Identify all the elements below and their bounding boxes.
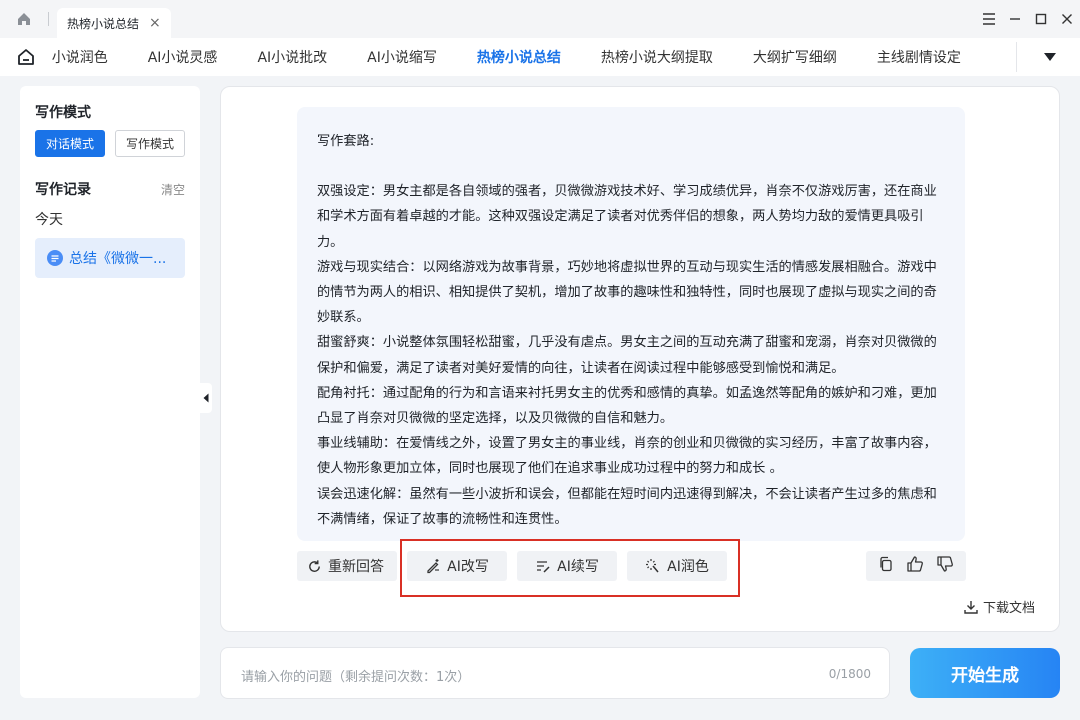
mode-buttons: 对话模式 写作模式: [35, 130, 185, 157]
nav-item[interactable]: 主线剧情设定: [857, 38, 981, 76]
feature-nav: AI小说润色AI小说灵感AI小说批改AI小说缩写热榜小说总结热榜小说大纲提取大纲…: [0, 38, 1080, 76]
regenerate-button[interactable]: 重新回答: [297, 551, 397, 581]
nav-item[interactable]: 热榜小说总结: [457, 38, 581, 76]
feedback-group: [866, 551, 966, 581]
nav-home-icon[interactable]: [0, 38, 52, 76]
title-separator: [48, 12, 49, 26]
nav-item[interactable]: AI小说润色: [52, 38, 128, 76]
question-input[interactable]: 请输入你的问题（剩余提问次数：1次） 0/1800: [220, 647, 890, 699]
maximize-icon[interactable]: [1028, 13, 1054, 25]
copy-icon[interactable]: [878, 556, 894, 576]
download-document-button[interactable]: 下载文档: [963, 597, 1035, 616]
nav-item[interactable]: 大纲扩写细纲: [733, 38, 857, 76]
home-icon[interactable]: [0, 0, 48, 38]
tab-close-icon[interactable]: ×: [149, 15, 161, 31]
nav-item[interactable]: 热榜小说大纲提取: [581, 38, 733, 76]
message-paragraph: 配角衬托：通过配角的行为和言语来衬托男女主的优秀和感情的真挚。如孟逸然等配角的嫉…: [317, 385, 937, 427]
close-window-icon[interactable]: [1054, 13, 1080, 25]
regenerate-label: 重新回答: [328, 559, 384, 575]
record-item-label: 总结《微微一...: [69, 251, 167, 267]
message-paragraph: 误会迅速化解：虽然有一些小波折和误会，但都能在短时间内迅速得到解决，不会让读者产…: [317, 486, 937, 527]
nav-items: AI小说润色AI小说灵感AI小说批改AI小说缩写热榜小说总结热榜小说大纲提取大纲…: [52, 38, 1017, 76]
message-heading: 写作套路:: [317, 134, 375, 149]
menu-icon[interactable]: [976, 13, 1002, 25]
writing-mode-title: 写作模式: [35, 105, 91, 121]
tab-title: 热榜小说总结: [67, 16, 140, 31]
download-icon: [964, 600, 978, 614]
tab-hot-novel-summary[interactable]: 热榜小说总结 ×: [57, 8, 171, 38]
nav-item[interactable]: AI小说灵感: [128, 38, 238, 76]
thumbs-up-icon[interactable]: [906, 555, 924, 577]
window-controls: [976, 0, 1080, 38]
title-bar: 热榜小说总结 ×: [0, 0, 1080, 38]
minimize-icon[interactable]: [1002, 13, 1028, 25]
answer-message: 写作套路: 双强设定：男女主都是各自领域的强者，贝微微游戏技术好、学习成绩优异，…: [297, 107, 965, 541]
sidebar: 写作模式 对话模式 写作模式 写作记录 清空 今天 总结《微微一...: [20, 86, 200, 698]
thumbs-down-icon[interactable]: [936, 555, 954, 577]
chat-icon: [47, 250, 63, 266]
sidebar-collapse-icon[interactable]: [200, 383, 212, 413]
annotation-highlight-box: [400, 539, 740, 597]
start-generate-button[interactable]: 开始生成: [910, 648, 1060, 698]
dialog-mode-button[interactable]: 对话模式: [35, 130, 105, 157]
write-mode-button[interactable]: 写作模式: [115, 130, 185, 157]
nav-item[interactable]: AI小说缩写: [347, 38, 457, 76]
message-paragraph: 甜蜜舒爽：小说整体氛围轻松甜蜜，几乎没有虐点。男女主之间的互动充满了甜蜜和宠溺，…: [317, 335, 937, 376]
download-label: 下载文档: [983, 601, 1036, 616]
record-item[interactable]: 总结《微微一...: [35, 238, 185, 278]
clear-records-button[interactable]: 清空: [161, 181, 185, 198]
question-input-placeholder: 请输入你的问题（剩余提问次数：1次）: [241, 670, 471, 685]
main-panel: 写作套路: 双强设定：男女主都是各自领域的强者，贝微微游戏技术好、学习成绩优异，…: [220, 86, 1060, 632]
nav-item[interactable]: AI小说批改: [237, 38, 347, 76]
message-paragraph: 双强设定：男女主都是各自领域的强者，贝微微游戏技术好、学习成绩优异，肖奈不仅游戏…: [317, 184, 937, 250]
refresh-icon: [309, 559, 320, 572]
today-label: 今天: [35, 212, 63, 228]
writing-record-title: 写作记录: [35, 182, 91, 198]
nav-more-chevron-down-icon[interactable]: [1036, 38, 1064, 76]
message-paragraph: 游戏与现实结合：以网络游戏为故事背景，巧妙地将虚拟世界的互动与现实生活的情感发展…: [317, 259, 937, 326]
nav-divider: [1016, 42, 1017, 72]
char-count: 0/1800: [828, 667, 871, 681]
message-paragraph: 事业线辅助：在爱情线之外，设置了男女主的事业线，肖奈的创业和贝微微的实习经历，丰…: [317, 436, 937, 477]
